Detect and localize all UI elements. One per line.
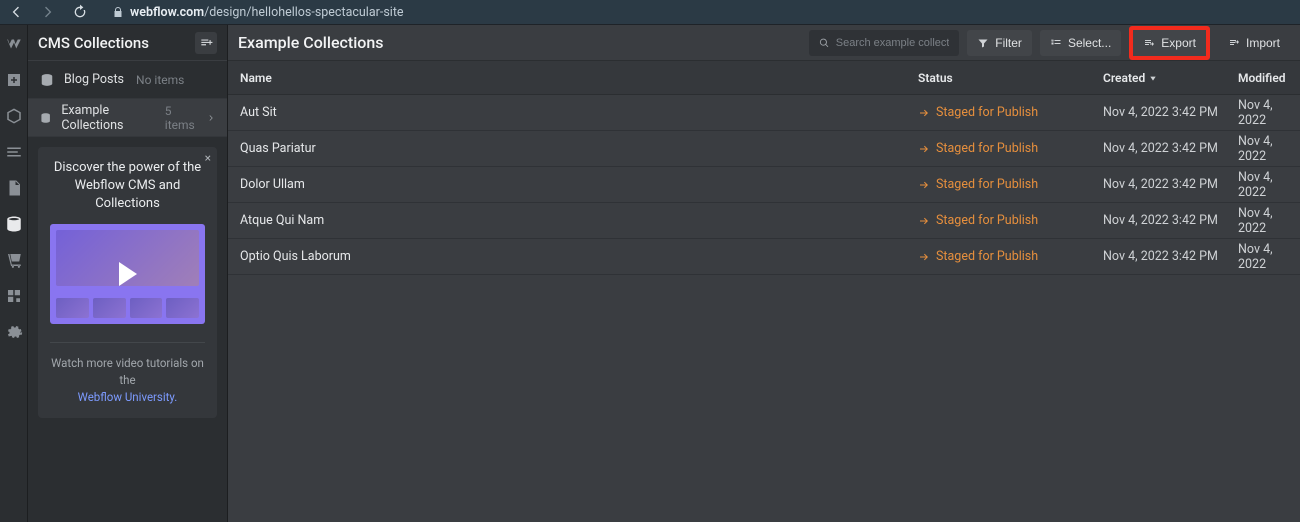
rail-pages[interactable] <box>5 179 23 197</box>
url-bar[interactable]: webflow.com/design/hellohellos-spectacul… <box>112 5 404 20</box>
back-icon[interactable] <box>8 4 24 20</box>
select-button[interactable]: Select... <box>1040 30 1121 56</box>
collection-name: Example Collections <box>61 103 152 133</box>
tool-rail <box>0 25 28 522</box>
import-label: Import <box>1246 36 1280 50</box>
col-status[interactable]: Status <box>918 71 1103 85</box>
cell-modified: Nov 4, 2022 <box>1238 242 1290 272</box>
search-icon <box>819 37 829 49</box>
table-row[interactable]: Optio Quis Laborum Staged for Publish No… <box>228 239 1300 275</box>
close-icon[interactable]: × <box>205 151 211 165</box>
import-icon <box>1228 37 1240 49</box>
promo-link[interactable]: Webflow University. <box>78 390 178 404</box>
rail-cms[interactable] <box>5 215 23 233</box>
rail-logo[interactable] <box>5 35 23 53</box>
cell-modified: Nov 4, 2022 <box>1238 170 1290 200</box>
lock-icon <box>112 6 124 18</box>
promo-footer-text: Watch more video tutorials on the <box>51 356 204 387</box>
database-icon <box>40 111 51 125</box>
cell-name: Aut Sit <box>238 105 918 120</box>
collection-row[interactable]: Example Collections 5 items <box>28 99 227 137</box>
arrow-right-icon <box>918 215 930 227</box>
col-modified[interactable]: Modified <box>1238 71 1290 85</box>
play-icon <box>119 262 137 286</box>
filter-label: Filter <box>995 36 1022 50</box>
export-label: Export <box>1161 36 1196 50</box>
cell-created: Nov 4, 2022 3:42 PM <box>1103 141 1238 156</box>
database-icon <box>40 73 54 87</box>
rail-components[interactable] <box>5 107 23 125</box>
chevron-right-icon <box>207 113 215 123</box>
topbar: Example Collections Filter Select... Exp… <box>228 25 1300 61</box>
arrow-right-icon <box>918 143 930 155</box>
col-created[interactable]: Created <box>1103 71 1238 85</box>
cell-name: Optio Quis Laborum <box>238 249 918 264</box>
grid-body: Aut Sit Staged for Publish Nov 4, 2022 3… <box>228 95 1300 275</box>
url-domain: webflow.com <box>130 5 204 20</box>
add-collection-button[interactable] <box>195 32 217 54</box>
rail-navigator[interactable] <box>5 143 23 161</box>
table-row[interactable]: Atque Qui Nam Staged for Publish Nov 4, … <box>228 203 1300 239</box>
panel-title: CMS Collections <box>38 34 149 52</box>
cell-name: Atque Qui Nam <box>238 213 918 228</box>
sort-desc-icon <box>1149 74 1157 82</box>
col-name[interactable]: Name <box>238 71 918 85</box>
cell-status: Staged for Publish <box>918 141 1103 156</box>
arrow-right-icon <box>918 179 930 191</box>
forward-icon[interactable] <box>40 4 56 20</box>
export-icon <box>1143 37 1155 49</box>
main-panel: Example Collections Filter Select... Exp… <box>228 25 1300 522</box>
grid-header: Name Status Created Modified <box>228 61 1300 95</box>
select-label: Select... <box>1068 36 1111 50</box>
cell-modified: Nov 4, 2022 <box>1238 134 1290 164</box>
cell-created: Nov 4, 2022 3:42 PM <box>1103 213 1238 228</box>
cell-status: Staged for Publish <box>918 177 1103 192</box>
table-row[interactable]: Quas Pariatur Staged for Publish Nov 4, … <box>228 131 1300 167</box>
cell-created: Nov 4, 2022 3:42 PM <box>1103 177 1238 192</box>
promo-card: × Discover the power of the Webflow CMS … <box>38 147 217 418</box>
search-box[interactable] <box>809 30 959 56</box>
search-input[interactable] <box>836 37 950 49</box>
filter-button[interactable]: Filter <box>967 30 1032 56</box>
url-path: /design/hellohellos-spectacular-site <box>204 5 403 20</box>
rail-assets[interactable] <box>5 287 23 305</box>
table-row[interactable]: Aut Sit Staged for Publish Nov 4, 2022 3… <box>228 95 1300 131</box>
collection-meta: 5 items <box>165 104 197 132</box>
browser-chrome: webflow.com/design/hellohellos-spectacul… <box>0 0 1300 25</box>
collection-name: Blog Posts <box>64 72 124 87</box>
cell-status: Staged for Publish <box>918 105 1103 120</box>
collection-meta: No items <box>136 73 184 87</box>
filter-icon <box>977 37 989 49</box>
cell-modified: Nov 4, 2022 <box>1238 98 1290 128</box>
import-button[interactable]: Import <box>1218 30 1290 56</box>
cell-status: Staged for Publish <box>918 213 1103 228</box>
export-highlight: Export <box>1129 26 1210 60</box>
table-row[interactable]: Dolor Ullam Staged for Publish Nov 4, 20… <box>228 167 1300 203</box>
rail-settings[interactable] <box>5 323 23 341</box>
cell-status: Staged for Publish <box>918 249 1103 264</box>
reload-icon[interactable] <box>72 4 88 20</box>
left-panel: CMS Collections Blog Posts No items Exam… <box>28 25 228 522</box>
collections-list: Blog Posts No items Example Collections … <box>28 61 227 137</box>
cell-name: Quas Pariatur <box>238 141 918 156</box>
page-title: Example Collections <box>238 33 801 52</box>
rail-ecommerce[interactable] <box>5 251 23 269</box>
checklist-icon <box>1050 37 1062 49</box>
promo-title: Discover the power of the Webflow CMS an… <box>50 159 205 214</box>
cell-name: Dolor Ullam <box>238 177 918 192</box>
cell-modified: Nov 4, 2022 <box>1238 206 1290 236</box>
export-button[interactable]: Export <box>1133 30 1206 56</box>
rail-add[interactable] <box>5 71 23 89</box>
collection-row[interactable]: Blog Posts No items <box>28 61 227 99</box>
arrow-right-icon <box>918 251 930 263</box>
arrow-right-icon <box>918 107 930 119</box>
cell-created: Nov 4, 2022 3:42 PM <box>1103 249 1238 264</box>
col-created-label: Created <box>1103 71 1145 85</box>
promo-video[interactable] <box>50 224 205 324</box>
cell-created: Nov 4, 2022 3:42 PM <box>1103 105 1238 120</box>
